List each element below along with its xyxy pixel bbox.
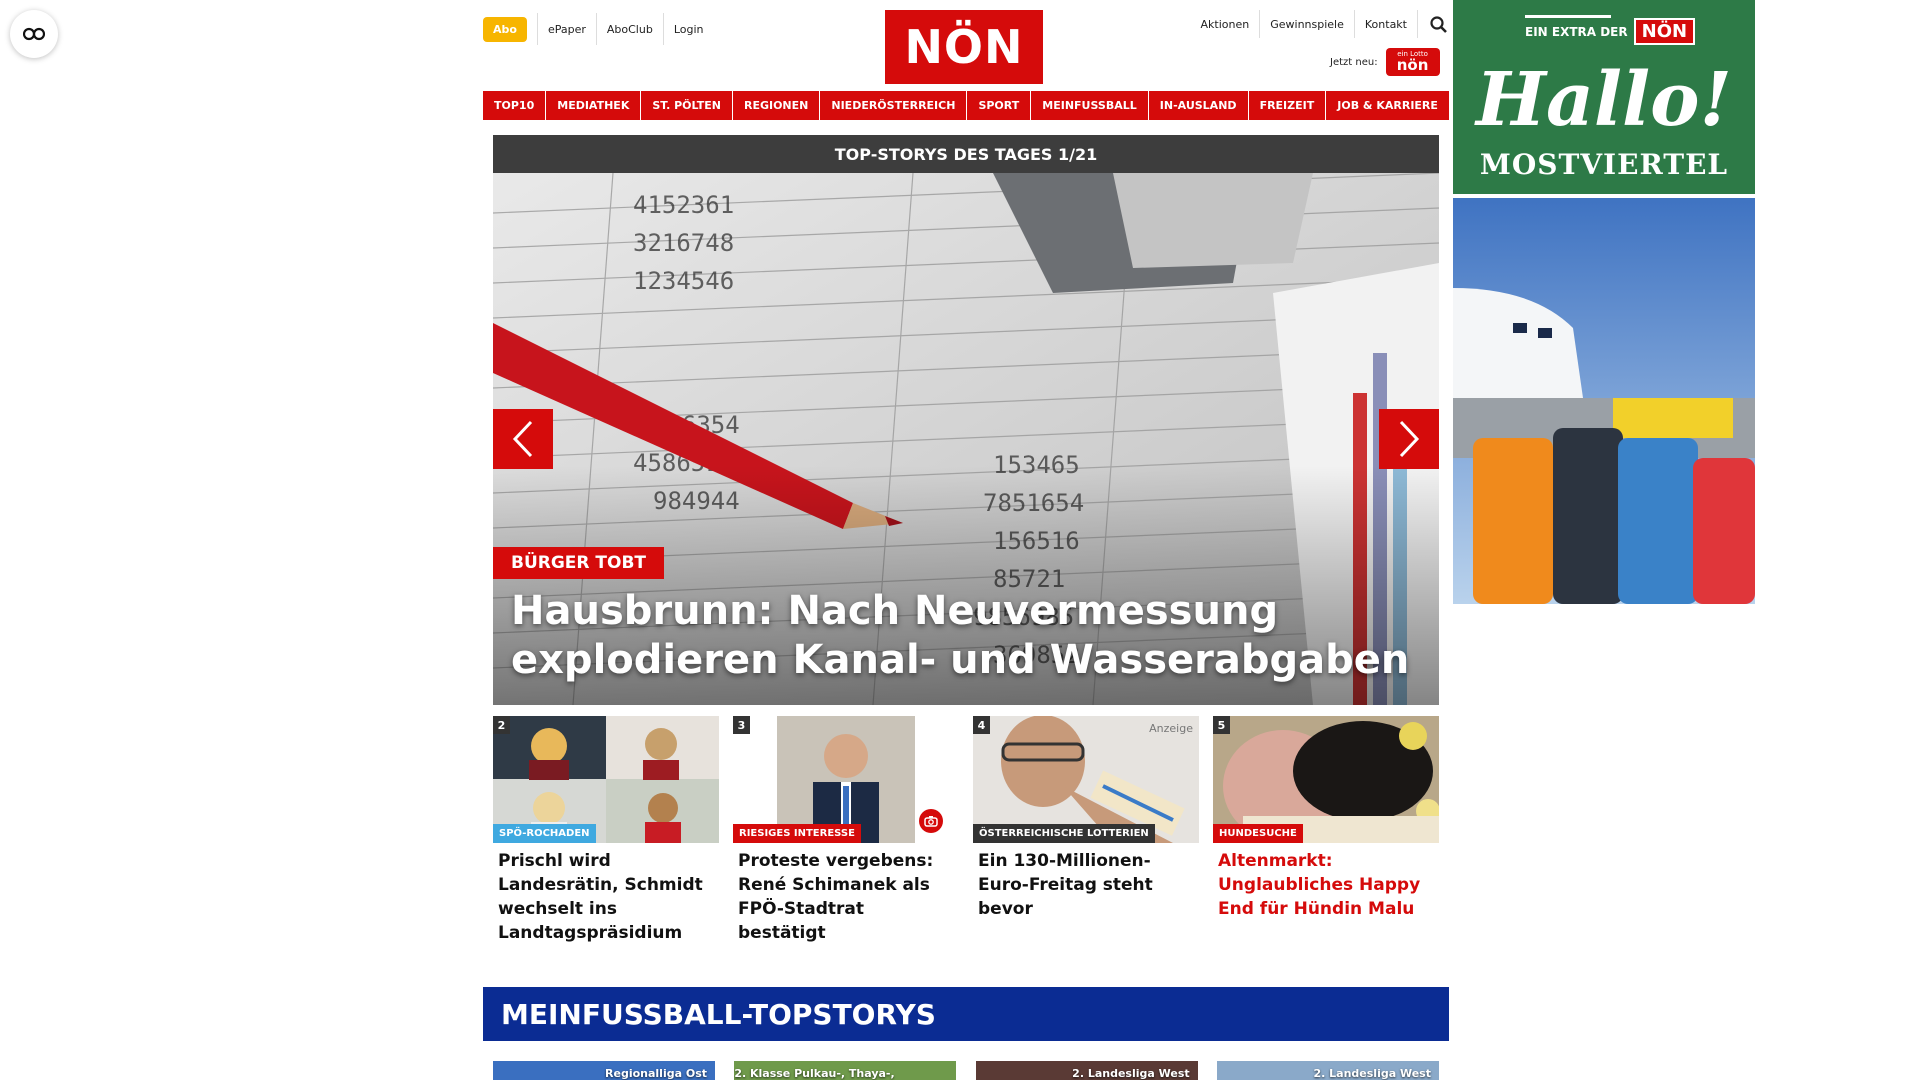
hero-slider[interactable]: 415236132167481234546 216354458651398494…	[493, 173, 1439, 705]
fussball-card[interactable]: 2. Landesliga West	[975, 1061, 1198, 1080]
main-nav: TOP10 MEDIATHEK ST. PÖLTEN REGIONEN NIED…	[483, 91, 1449, 120]
meinfussball-cards: Regionalliga Ost 2. Klasse Pulkau-, Thay…	[493, 1061, 1439, 1080]
story-tag: SPÖ-ROCHADEN	[493, 824, 596, 843]
ad-extra: EIN EXTRA DER NÖN	[1525, 15, 1696, 45]
story-title[interactable]: Proteste vergebens: René Schimanek als F…	[733, 843, 959, 945]
site-logo[interactable]: NÖN	[885, 10, 1043, 84]
ad-banner[interactable]: EIN EXTRA DER NÖN Hallo! MOSTVIERTEL	[1453, 0, 1755, 194]
fussball-card[interactable]: Regionalliga Ost	[493, 1061, 715, 1080]
search-icon	[1430, 15, 1447, 33]
fussball-card-league: 2. Landesliga West	[1313, 1067, 1431, 1080]
nav-item-niederoesterreich[interactable]: NIEDERÖSTERREICH	[820, 91, 967, 120]
header-right-links: Aktionen Gewinnspiele Kontakt	[1191, 10, 1447, 38]
story-image: 5 HUNDESUCHE	[1213, 716, 1439, 843]
nav-item-regionen[interactable]: REGIONEN	[732, 91, 820, 120]
ad-label: Anzeige	[1149, 722, 1193, 735]
story-title[interactable]: Altenmarkt: Unglaubliches Happy End für …	[1213, 843, 1439, 921]
ad-extra-badge: NÖN	[1633, 18, 1696, 45]
nav-item-st-poelten[interactable]: ST. PÖLTEN	[641, 91, 732, 120]
story-rank: 5	[1213, 716, 1230, 734]
hero-next-button[interactable]	[1379, 409, 1439, 469]
story-rank: 3	[733, 716, 750, 734]
fussball-card-league: 2. Landesliga West	[1072, 1067, 1190, 1080]
fussball-card-league: Regionalliga Ost	[605, 1067, 707, 1080]
epaper-link[interactable]: ePaper	[536, 13, 596, 45]
page: Abo ePaper AboClub Login NÖN Aktionen Ge…	[0, 0, 1920, 1080]
aktionen-link[interactable]: Aktionen	[1191, 10, 1260, 38]
story-image: 4 Anzeige ÖSTERREICHISCHE LOTTERIEN	[973, 716, 1199, 843]
gewinnspiele-link[interactable]: Gewinnspiele	[1259, 10, 1354, 38]
nav-item-top10[interactable]: TOP10	[483, 91, 546, 120]
glasses-icon	[23, 27, 45, 41]
kontakt-link[interactable]: Kontakt	[1353, 10, 1417, 38]
nav-item-meinfussball[interactable]: MEINFUSSBALL	[1031, 91, 1148, 120]
story-tag: HUNDESUCHE	[1213, 824, 1303, 843]
header-top-links: Abo ePaper AboClub Login	[483, 12, 714, 46]
story-card[interactable]: 3 RIESIGES INTERESSE Proteste vergebens:…	[733, 716, 959, 945]
story-image: 3 RIESIGES INTERESSE	[733, 716, 959, 843]
story-title[interactable]: Prischl wird Landesrätin, Schmidt wechse…	[493, 843, 719, 945]
ad-image[interactable]	[1453, 198, 1755, 604]
aboclub-link[interactable]: AboClub	[595, 13, 663, 45]
fussball-card[interactable]: 2. Landesliga West	[1216, 1061, 1439, 1080]
chevron-right-icon	[1399, 420, 1420, 458]
search-button[interactable]	[1417, 10, 1447, 38]
story-tag: RIESIGES INTERESSE	[733, 824, 861, 843]
hero-tag[interactable]: BÜRGER TOBT	[493, 547, 665, 579]
fussball-card[interactable]: 2. Klasse Pulkau-, Thaya-, Schmidatal	[734, 1061, 957, 1080]
accessibility-button[interactable]	[10, 10, 58, 58]
nav-item-mediathek[interactable]: MEDIATHEK	[546, 91, 641, 120]
ad-mostviertel: MOSTVIERTEL	[1479, 148, 1729, 181]
story-image: 2 SPÖ-ROCHADEN	[493, 716, 719, 843]
chevron-left-icon	[512, 420, 533, 458]
ad-extra-label: EIN EXTRA DER	[1525, 24, 1628, 39]
camera-icon	[919, 809, 943, 833]
hero-title[interactable]: Hausbrunn: Nach Neuvermessung explodiere…	[511, 587, 1411, 685]
story-card[interactable]: 5 HUNDESUCHE Altenmarkt: Unglaubliches H…	[1213, 716, 1439, 945]
top-story-cards: 2 SPÖ-ROCHADEN Prischl wird Landesrätin,…	[493, 716, 1439, 945]
story-card[interactable]: 2 SPÖ-ROCHADEN Prischl wird Landesrätin,…	[493, 716, 719, 945]
meinfussball-heading[interactable]: MEINFUSSBALL-TOPSTORYS	[483, 987, 1449, 1041]
login-link[interactable]: Login	[662, 13, 714, 45]
nav-item-sport[interactable]: SPORT	[967, 91, 1031, 120]
story-title[interactable]: Ein 130-Millionen-Euro-Freitag steht bev…	[973, 843, 1199, 921]
ad-hallo: Hallo!	[1476, 57, 1732, 143]
jetzt-neu: Jetzt neu: ein Lotto nön	[1330, 48, 1440, 76]
nav-item-freizeit[interactable]: FREIZEIT	[1248, 91, 1326, 120]
story-rank: 2	[493, 716, 510, 734]
jetzt-badge-big: nön	[1396, 56, 1429, 74]
hero-prev-button[interactable]	[493, 409, 553, 469]
abo-button[interactable]: Abo	[483, 16, 527, 42]
jetzt-badge[interactable]: ein Lotto nön	[1385, 48, 1440, 76]
jetzt-label: Jetzt neu:	[1330, 56, 1378, 68]
top-stories-bar: TOP-STORYS DES TAGES 1/21	[493, 135, 1439, 173]
nav-item-in-ausland[interactable]: IN-AUSLAND	[1148, 91, 1248, 120]
fussball-card-league: 2. Klasse Pulkau-, Thaya-, Schmidatal	[734, 1067, 895, 1080]
nav-item-job-karriere[interactable]: JOB & KARRIERE	[1326, 91, 1449, 120]
story-card[interactable]: 4 Anzeige ÖSTERREICHISCHE LOTTERIEN Ein …	[973, 716, 1199, 945]
story-tag: ÖSTERREICHISCHE LOTTERIEN	[973, 824, 1155, 843]
story-rank: 4	[973, 716, 990, 734]
